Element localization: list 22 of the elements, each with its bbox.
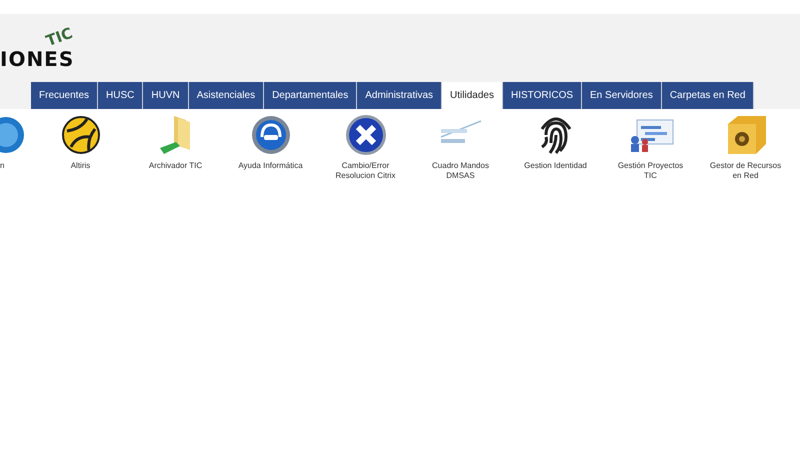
app-link[interactable]: Cambio/Error Resolucion Citrix: [326, 161, 404, 181]
nav-tab[interactable]: Carpetas en Red: [662, 82, 754, 109]
app-link[interactable]: Cuadro Mandos DMSAS: [422, 161, 500, 181]
app-link[interactable]: Archivador TIC: [148, 161, 202, 171]
nav-tab[interactable]: HUVN: [143, 82, 189, 109]
app-link[interactable]: Gestion Identidad: [524, 161, 587, 171]
nav-tab[interactable]: Utilidades: [442, 82, 503, 109]
app-link[interactable]: Altiris: [70, 161, 90, 171]
app-link[interactable]: Gestor de Recursos en Red: [706, 161, 784, 181]
headset-icon: [250, 115, 290, 155]
ball-icon: [60, 115, 100, 155]
nav-tab[interactable]: Frecuentes: [31, 82, 98, 109]
app-link[interactable]: n: [0, 161, 4, 171]
nav-tab[interactable]: Asistenciales: [188, 82, 264, 109]
app-link[interactable]: Gestión Proyectos TIC: [612, 161, 690, 181]
nav-tab[interactable]: Administrativas: [357, 82, 442, 109]
app-link[interactable]: Ayuda Informática: [238, 161, 303, 171]
nav-tab[interactable]: HUSC: [98, 82, 144, 109]
nav-tab[interactable]: En Servidores: [582, 82, 662, 109]
x-icon: [344, 114, 386, 156]
nav-tab[interactable]: HISTORICOS: [502, 82, 582, 109]
nav-tab[interactable]: Departamentales: [264, 82, 358, 109]
